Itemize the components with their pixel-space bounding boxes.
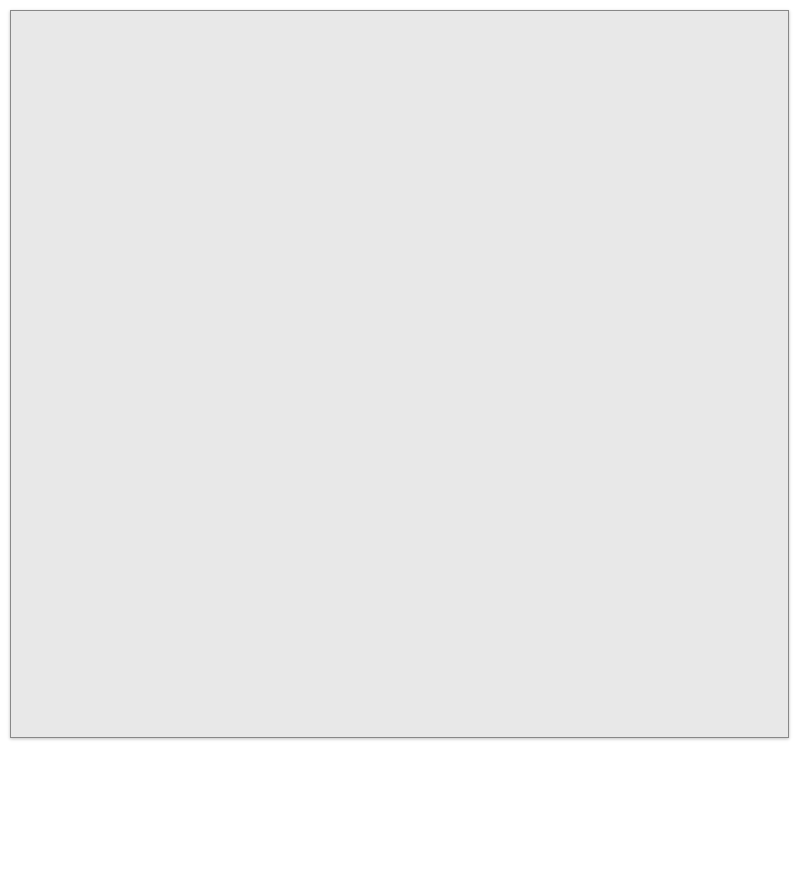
embedded-script-code [19,53,780,729]
document-page [10,10,789,738]
symbol-row [19,25,780,39]
null-row [19,39,780,53]
